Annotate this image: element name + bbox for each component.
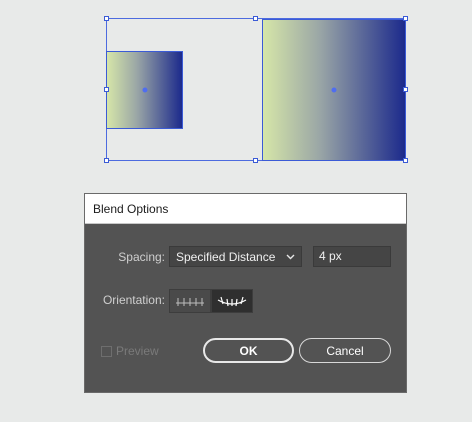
preview-option[interactable]: Preview	[101, 344, 159, 358]
chevron-down-icon	[286, 254, 295, 259]
preview-checkbox[interactable]	[101, 345, 112, 357]
blend-options-dialog: Blend Options Spacing: Specified Distanc…	[84, 193, 407, 393]
cancel-button[interactable]: Cancel	[299, 338, 391, 363]
spacing-mode-value: Specified Distance	[176, 249, 276, 264]
small-gradient-square[interactable]	[106, 51, 183, 129]
handle-bottom-left[interactable]	[104, 158, 109, 163]
handle-bottom-middle[interactable]	[253, 158, 258, 163]
handle-middle-left[interactable]	[104, 87, 109, 92]
handle-top-middle[interactable]	[253, 16, 258, 21]
handle-bottom-right[interactable]	[403, 158, 408, 163]
spacing-mode-select[interactable]: Specified Distance	[169, 246, 302, 267]
handle-top-right[interactable]	[403, 16, 408, 21]
align-to-page-button[interactable]	[169, 289, 211, 313]
handle-top-left[interactable]	[104, 16, 109, 21]
align-to-path-button[interactable]	[211, 289, 253, 313]
orientation-toggle-group	[169, 289, 253, 313]
align-to-page-icon	[176, 298, 204, 306]
ok-button[interactable]: OK	[203, 338, 294, 363]
orientation-label: Orientation:	[102, 293, 165, 307]
dialog-title: Blend Options	[93, 201, 169, 216]
dialog-titlebar[interactable]: Blend Options	[85, 194, 406, 224]
preview-label: Preview	[116, 344, 159, 358]
handle-middle-right[interactable]	[403, 87, 408, 92]
large-square-center-point	[331, 87, 337, 93]
artboard-canvas[interactable]	[0, 0, 472, 190]
large-gradient-square[interactable]	[262, 19, 406, 161]
small-square-center-point	[142, 87, 147, 93]
align-to-path-icon	[217, 296, 247, 307]
spacing-label: Spacing:	[118, 250, 165, 264]
spacing-distance-field[interactable]: 4 px	[313, 246, 391, 267]
